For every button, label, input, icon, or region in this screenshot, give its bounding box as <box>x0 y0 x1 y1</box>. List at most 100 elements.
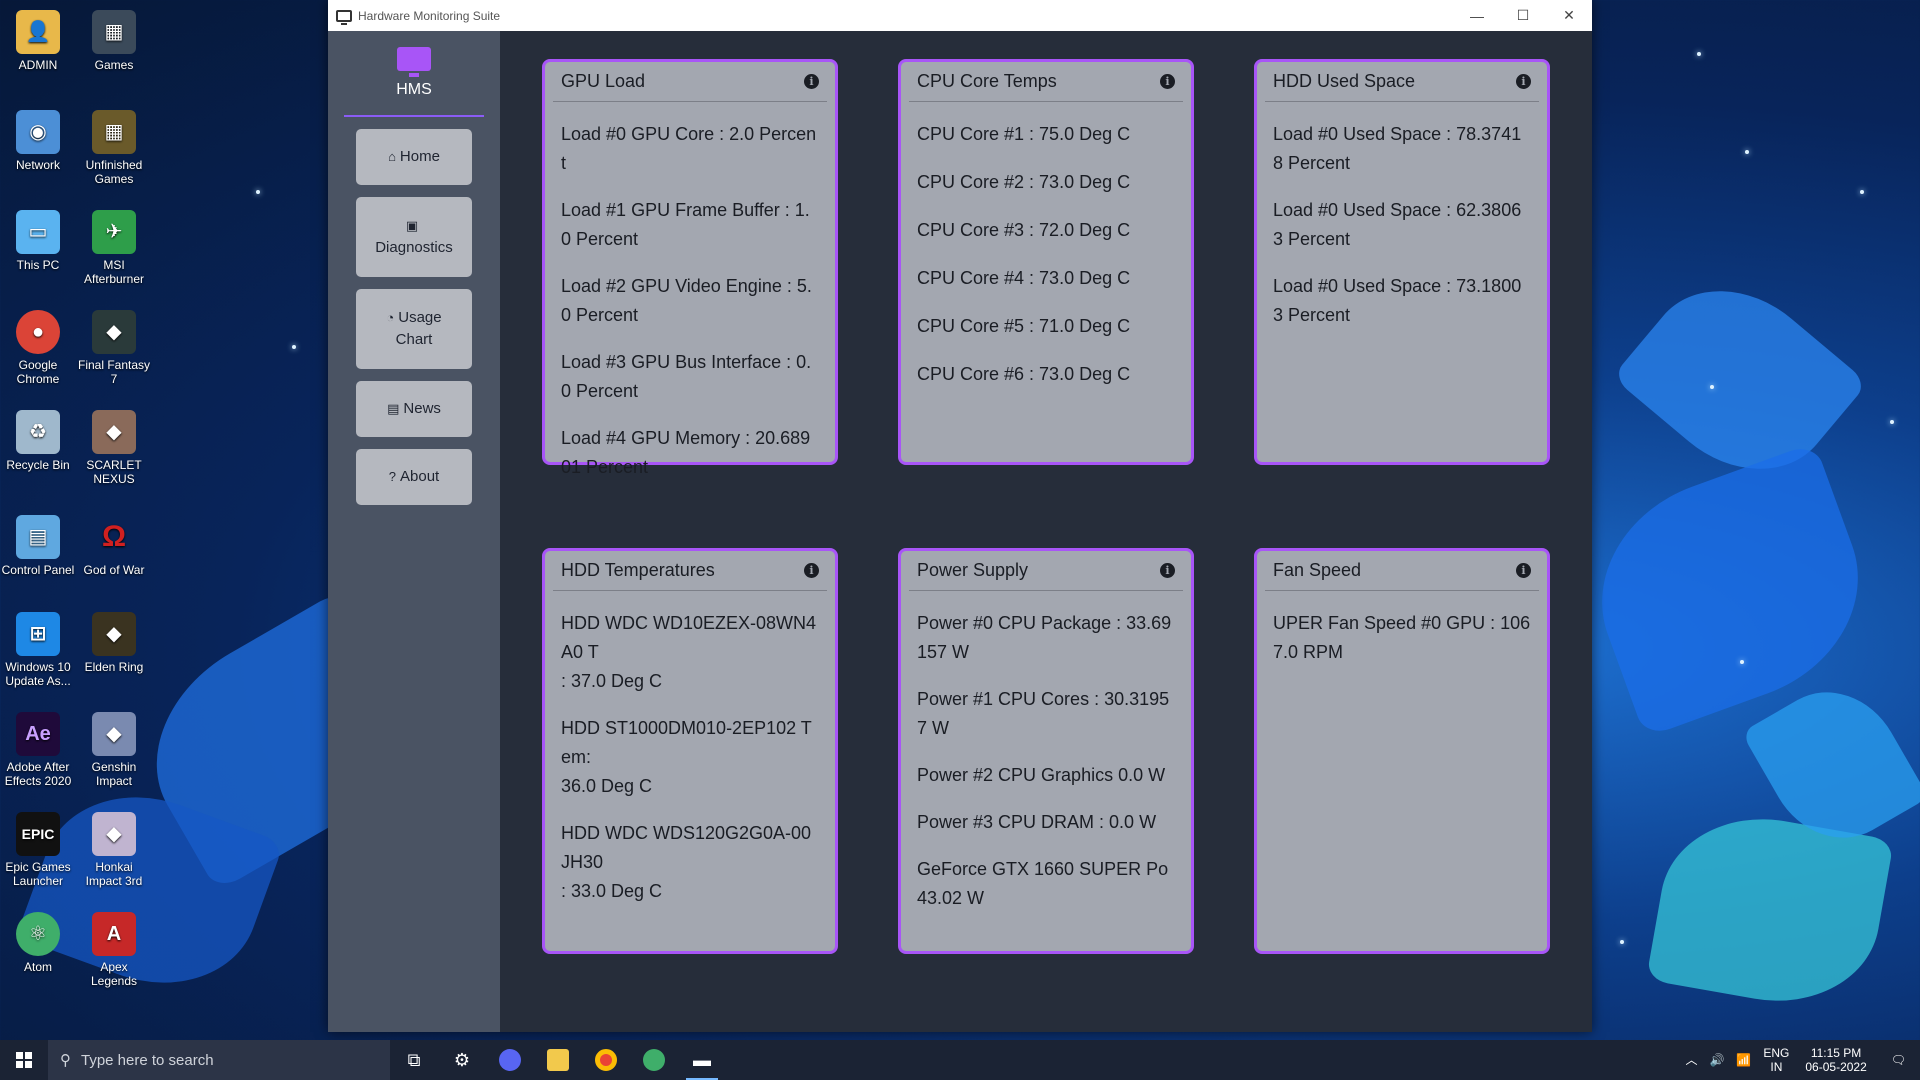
desktop-icon-admin[interactable]: 👤 ADMIN <box>0 10 76 72</box>
notification-icon[interactable]: 🗨 <box>1877 1053 1920 1067</box>
sidebar-item-label: News <box>403 400 441 417</box>
card-title: Power Supply <box>917 560 1029 580</box>
desktop-icon-this-pc[interactable]: ▭ This PC <box>0 210 76 272</box>
system-tray: ︿ 🔊 📶 ENG IN 11:15 PM 06-05-2022 🗨 <box>1679 1040 1920 1080</box>
sidebar-item-news[interactable]: ▤ News <box>356 381 472 437</box>
title-bar[interactable]: Hardware Monitoring Suite — ☐ ✕ <box>328 0 1592 31</box>
chrome-icon: ● <box>16 310 60 354</box>
maximize-button[interactable]: ☐ <box>1500 0 1546 31</box>
wifi-icon[interactable]: 📶 <box>1730 1053 1757 1067</box>
desktop-icon-network[interactable]: ◉ Network <box>0 110 76 172</box>
desktop-icon-games[interactable]: ▦ Games <box>76 10 152 72</box>
taskbar-discord[interactable] <box>486 1040 534 1080</box>
language-indicator[interactable]: ENG IN <box>1757 1046 1795 1074</box>
list-item: Load #4 GPU Memory : 20.68901 Percent <box>561 428 811 477</box>
atom-icon <box>643 1049 665 1071</box>
desktop-icon-after-effects[interactable]: Ae Adobe After Effects 2020 <box>0 712 76 788</box>
sidebar-item-diagnostics[interactable]: ▣ Diagnostics <box>356 197 472 277</box>
list-item: HDD WDC WD10EZEX-08WN4A0 T: 37.0 Deg C <box>561 613 817 691</box>
close-button[interactable]: ✕ <box>1546 0 1592 31</box>
desktop-icon-scarlet-nexus[interactable]: ◆ SCARLET NEXUS <box>76 410 152 486</box>
game-icon: ◆ <box>92 410 136 454</box>
after-effects-icon: Ae <box>16 712 60 756</box>
info-icon[interactable]: i <box>1160 74 1175 89</box>
card-gpu-load: GPU Load i Load #0 GPU Core : 2.0 Percen… <box>542 59 838 477</box>
desktop-icon-google-chrome[interactable]: ● Google Chrome <box>0 310 76 386</box>
taskbar-hms[interactable]: ▬ <box>678 1040 726 1080</box>
list-item: CPU Core #5 : 71.0 Deg C <box>917 316 1131 336</box>
list-item: Load #0 Used Space : 62.38063 Percent <box>1273 200 1522 249</box>
newspaper-icon: ▤ <box>387 401 400 416</box>
epic-games-icon: EPIC <box>16 812 60 856</box>
desktop-icon-atom[interactable]: ⚛ Atom <box>0 912 76 974</box>
desktop-icon-apex-legends[interactable]: A Apex Legends <box>76 912 152 988</box>
msi-afterburner-icon: ✈ <box>92 210 136 254</box>
windows-logo-icon <box>16 1052 32 1068</box>
sidebar-item-label: Home <box>399 148 440 165</box>
card-title: CPU Core Temps <box>917 71 1057 91</box>
chevron-up-icon[interactable]: ︿ <box>1679 1053 1703 1067</box>
discord-icon <box>499 1049 521 1071</box>
control-panel-icon: ▤ <box>16 515 60 559</box>
info-icon[interactable]: i <box>804 74 819 89</box>
card-title: GPU Load <box>561 71 646 91</box>
search-input[interactable]: Type here to search <box>81 1052 214 1069</box>
desktop-icon-elden-ring[interactable]: ◆ Elden Ring <box>76 612 152 674</box>
desktop-icon-epic-games[interactable]: EPIC Epic Games Launcher <box>0 812 76 888</box>
gear-icon: ⚙ <box>453 1049 471 1070</box>
sidebar-nav: ⌂ Home ▣ Diagnostics ◔ Usage Chart ▤ News ?… <box>328 117 500 505</box>
folder-icon <box>547 1049 569 1071</box>
start-button[interactable] <box>0 1040 48 1080</box>
volume-icon[interactable]: 🔊 <box>1703 1053 1730 1067</box>
list-item: HDD ST1000DM010-2EP102 Tem: 36.0 Deg C <box>561 718 812 796</box>
desktop-icon-recycle-bin[interactable]: ♻ Recycle Bin <box>0 410 76 472</box>
sidebar-item-about[interactable]: ? About <box>356 449 472 505</box>
list-item: Power #1 CPU Cores : 30.31957 W <box>917 689 1170 738</box>
sidebar-item-usage-chart[interactable]: ◔ Usage Chart <box>356 289 472 369</box>
list-item: CPU Core #1 : 75.0 Deg C <box>917 124 1131 144</box>
info-icon[interactable]: i <box>804 563 819 578</box>
info-icon[interactable]: i <box>1160 563 1175 578</box>
info-icon[interactable]: i <box>1516 74 1531 89</box>
network-icon: ◉ <box>16 110 60 154</box>
clock[interactable]: 11:15 PM 06-05-2022 <box>1795 1046 1876 1074</box>
task-view-button[interactable]: ⧉ <box>390 1040 438 1080</box>
desktop-icon-genshin-impact[interactable]: ◆ Genshin Impact <box>76 712 152 788</box>
chrome-icon <box>595 1049 617 1071</box>
desktop-icon-unfinished-games[interactable]: ▦ Unfinished Games <box>76 110 152 186</box>
taskbar-atom[interactable] <box>630 1040 678 1080</box>
monitor-icon <box>336 9 352 25</box>
card-power-supply: Power Supply i Power #0 CPU Package : 33… <box>898 548 1194 954</box>
list-item: Load #1 GPU Frame Buffer : 1.0 Percent <box>561 200 810 249</box>
desktop-icon-god-of-war[interactable]: Ω God of War <box>76 515 152 578</box>
game-icon: ◆ <box>92 712 136 756</box>
app-window: Hardware Monitoring Suite — ☐ ✕ HMS ⌂ Hom… <box>328 0 1592 1032</box>
pie-chart-icon: ◔ <box>386 310 395 325</box>
desktop-icon-honkai-impact[interactable]: ◆ Honkai Impact 3rd <box>76 812 152 888</box>
window-title: Hardware Monitoring Suite <box>358 8 501 23</box>
game-icon: ◆ <box>92 812 136 856</box>
home-icon: ⌂ <box>388 149 396 164</box>
info-icon[interactable]: i <box>1516 563 1531 578</box>
taskbar-file-explorer[interactable] <box>534 1040 582 1080</box>
minimize-button[interactable]: — <box>1454 0 1500 31</box>
taskbar-search[interactable]: ⚲ Type here to search <box>48 1040 390 1080</box>
desktop-icon-final-fantasy[interactable]: ◆ Final Fantasy 7 <box>76 310 152 386</box>
sidebar-item-label: About <box>400 468 440 485</box>
sidebar-item-label: Diagnostics <box>375 239 453 256</box>
list-item: Load #2 GPU Video Engine : 5.0 Percent <box>561 276 812 325</box>
desktop-icon-windows-update[interactable]: ⊞ Windows 10 Update As... <box>0 612 76 688</box>
monitor-icon <box>397 47 431 77</box>
folder-icon: ▦ <box>92 110 136 154</box>
list-item: Power #3 CPU DRAM : 0.0 W <box>917 812 1157 832</box>
sidebar-item-home[interactable]: ⌂ Home <box>356 129 472 185</box>
window-controls: — ☐ ✕ <box>1454 0 1592 31</box>
user-folder-icon: 👤 <box>16 10 60 54</box>
taskbar-settings[interactable]: ⚙ <box>438 1040 486 1080</box>
desktop-icon-control-panel[interactable]: ▤ Control Panel <box>0 515 76 577</box>
task-view-icon: ⧉ <box>407 1049 421 1070</box>
desktop-icon-msi-afterburner[interactable]: ✈ MSI Afterburner <box>76 210 152 286</box>
list-item: Power #2 CPU Graphics 0.0 W <box>917 765 1166 785</box>
game-icon: ◆ <box>92 612 136 656</box>
taskbar-chrome[interactable] <box>582 1040 630 1080</box>
